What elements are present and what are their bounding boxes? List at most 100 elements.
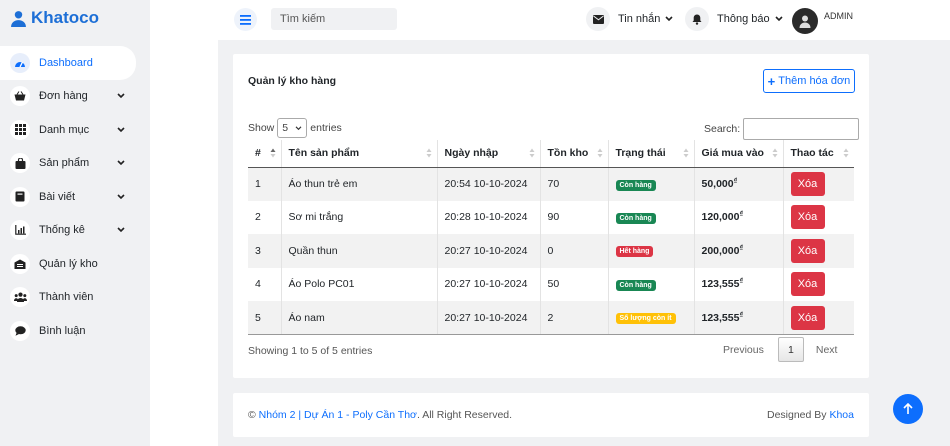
- show-label: Show: [248, 122, 275, 134]
- hamburger-icon: [240, 14, 251, 25]
- entries-select[interactable]: 5: [277, 118, 308, 138]
- sidebar-item-0[interactable]: Dashboard: [0, 46, 136, 80]
- sidebar-item-label: Bình luận: [39, 324, 86, 337]
- column-header-3[interactable]: Tồn kho: [540, 140, 609, 168]
- page-title: Quản lý kho hàng: [248, 75, 337, 87]
- column-header-2[interactable]: Ngày nhập: [437, 140, 541, 168]
- column-header-0[interactable]: #: [248, 140, 282, 168]
- currency-symbol: ₫: [733, 178, 738, 185]
- price-value: 123,555: [701, 278, 740, 291]
- product-name: Áo nam: [281, 301, 438, 335]
- currency-symbol: ₫: [739, 278, 744, 286]
- sidebar-item-label: Quản lý kho: [39, 257, 98, 270]
- delete-button[interactable]: Xóa: [790, 272, 825, 297]
- sort-icon: [683, 148, 689, 161]
- sidebar-item-label: Dashboard: [39, 56, 93, 69]
- add-invoice-label: Thêm hóa đơn: [778, 75, 851, 87]
- gauge-icon: [10, 52, 30, 73]
- users-icon: [10, 287, 30, 308]
- warehouse-icon: [10, 253, 30, 274]
- user-name[interactable]: ADMIN: [824, 11, 853, 21]
- currency-symbol: ₫: [739, 244, 744, 252]
- sidebar-item-5[interactable]: Thống kê: [0, 214, 136, 248]
- sidebar-item-3[interactable]: Sản phẩm: [0, 147, 136, 181]
- column-header-4[interactable]: Trạng thái: [608, 140, 695, 168]
- search-input[interactable]: [271, 8, 397, 30]
- product-name: Quần thun: [281, 234, 438, 268]
- sort-icon: [597, 148, 603, 161]
- inventory-card: Quản lý kho hàng + Thêm hóa đơn Show 5 e…: [233, 54, 869, 378]
- table-body: 1 Áo thun trẻ em 20:54 10-10-2024 70 Còn hàn…: [248, 167, 854, 335]
- delete-button[interactable]: Xóa: [790, 305, 825, 330]
- notifications-dropdown[interactable]: Thông báo: [685, 7, 783, 31]
- sidebar-item-4[interactable]: Bài viết: [0, 180, 136, 214]
- stock-count: 0: [540, 234, 609, 268]
- currency-symbol: ₫: [739, 211, 744, 219]
- purchase-price: 120,000₫: [694, 200, 784, 234]
- copyright-symbol: ©: [248, 409, 256, 421]
- purchase-price: 123,555₫: [694, 267, 784, 301]
- chart-icon: [10, 220, 30, 241]
- footer: © Nhóm 2 | Dự Án 1 - Poly Cần Thơ. All R…: [233, 393, 869, 437]
- purchase-price: 50,000₫: [694, 167, 784, 201]
- menu-toggle-button[interactable]: [234, 8, 257, 31]
- sidebar-item-2[interactable]: Danh mục: [0, 113, 136, 147]
- price-value: 50,000: [701, 178, 734, 190]
- stock-count: 70: [540, 167, 609, 201]
- search-label: Search:: [704, 123, 741, 135]
- delete-button[interactable]: Xóa: [790, 172, 825, 196]
- messages-dropdown[interactable]: Tin nhắn: [586, 7, 673, 31]
- price-value: 120,000: [701, 211, 740, 224]
- stock-count: 50: [540, 267, 609, 301]
- chevron-down-icon: [116, 91, 126, 101]
- sidebar-item-label: Đơn hàng: [39, 90, 88, 103]
- column-header-1[interactable]: Tên sản phẩm: [281, 140, 438, 168]
- copyright: © Nhóm 2 | Dự Án 1 - Poly Cần Thơ. All R…: [248, 409, 512, 421]
- table-row: 2 Sơ mi trắng 20:28 10-10-2024 90 Còn hàng 12…: [248, 200, 854, 234]
- person-icon: [799, 15, 811, 28]
- table-info: Showing 1 to 5 of 5 entries: [248, 345, 373, 357]
- sidebar-item-6[interactable]: Quản lý kho: [0, 247, 136, 281]
- chevron-down-icon: [116, 225, 126, 235]
- sort-icon: [772, 148, 778, 161]
- brand-name: Khatoco: [31, 8, 99, 27]
- delete-button[interactable]: Xóa: [790, 205, 825, 230]
- table-search-input[interactable]: [743, 118, 860, 140]
- import-date: 20:27 10-10-2024: [437, 301, 541, 335]
- row-id: 3: [248, 234, 282, 268]
- sort-icon: [529, 148, 535, 161]
- column-header-5[interactable]: Giá mua vào: [694, 140, 784, 168]
- author-link[interactable]: Khoa: [829, 409, 854, 421]
- grid-icon: [10, 119, 30, 140]
- sidebar-item-1[interactable]: Đơn hàng: [0, 80, 136, 114]
- entries-label: entries: [310, 122, 342, 134]
- column-header-label: Thao tác: [790, 147, 834, 160]
- copyright-suffix: . All Right Reserved.: [416, 409, 513, 421]
- avatar[interactable]: [792, 8, 818, 34]
- delete-button[interactable]: Xóa: [790, 238, 825, 263]
- row-id: 2: [248, 200, 282, 234]
- back-to-top-button[interactable]: [893, 394, 923, 424]
- status-cell: Còn hàng: [608, 267, 695, 301]
- previous-page-button[interactable]: Previous: [723, 344, 764, 356]
- brand[interactable]: Khatoco: [0, 0, 150, 36]
- sidebar-item-7[interactable]: Thành viên: [0, 281, 136, 315]
- bell-icon: [685, 7, 709, 31]
- stock-count: 90: [540, 200, 609, 234]
- column-header-6[interactable]: Thao tác: [783, 140, 854, 168]
- basket-icon: [10, 86, 30, 107]
- page-1-button[interactable]: 1: [777, 337, 804, 362]
- table-row: 4 Áo Polo PC01 20:27 10-10-2024 50 Còn hàng 1…: [248, 267, 854, 301]
- sidebar-item-label: Danh mục: [39, 123, 90, 136]
- product-name: Sơ mi trắng: [281, 200, 438, 234]
- sidebar: Khatoco Dashboard Đơn hàng Danh mục Sản phẩ…: [0, 0, 150, 446]
- table-search: Search:: [704, 118, 860, 140]
- table-row: 3 Quần thun 20:27 10-10-2024 0 Hết hàng 200,0…: [248, 234, 854, 268]
- add-invoice-button[interactable]: + Thêm hóa đơn: [763, 69, 855, 93]
- status-cell: Số lượng còn ít: [608, 301, 695, 335]
- next-page-button[interactable]: Next: [816, 344, 838, 356]
- price-value: 200,000: [701, 244, 740, 257]
- team-link[interactable]: Nhóm 2 | Dự Án 1 - Poly Cần Thơ: [259, 409, 417, 421]
- sidebar-item-8[interactable]: Bình luận: [0, 314, 136, 348]
- row-id: 1: [248, 167, 282, 201]
